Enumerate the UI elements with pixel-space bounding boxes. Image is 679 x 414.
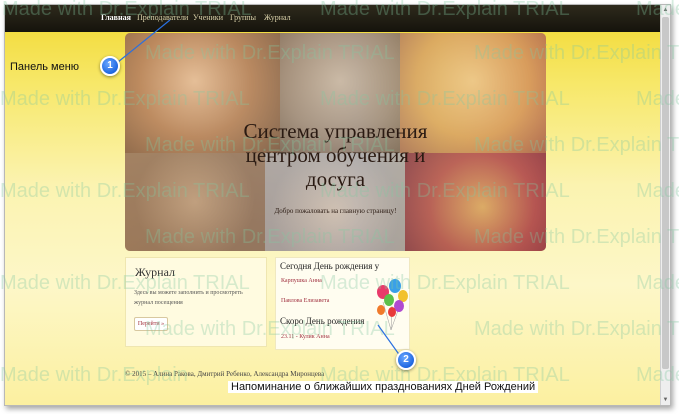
vertical-scrollbar[interactable]: ▲ ▼ — [660, 5, 670, 405]
callout-menu-text: Панель меню — [10, 61, 80, 73]
journal-card: Журнал Здесь вы можете заполнить и просм… — [125, 257, 267, 347]
upcoming-birthdays-title: Скоро День рождения — [280, 316, 365, 326]
menu-item-teachers[interactable]: Преподаватели — [137, 13, 188, 22]
footer-copyright: © 2015 – Алина Ракова, Дмитрий Ребенко, … — [125, 370, 325, 378]
menu-item-students[interactable]: Ученики — [193, 13, 223, 22]
journal-description: Здесь вы можете заполнить и просмотреть … — [134, 290, 243, 306]
scroll-thumb[interactable] — [662, 17, 669, 369]
menu-item-home[interactable]: Главная — [101, 13, 131, 22]
callout-badge-2: 2 — [396, 350, 416, 370]
balloons-icon — [377, 279, 408, 331]
page-title: Система управления центром обучения и до… — [125, 119, 546, 191]
menu-item-groups[interactable]: Группы — [230, 13, 256, 22]
upcoming-birthday-entry[interactable]: 23.11 - Кулик Анна — [281, 334, 330, 340]
welcome-subtitle: Добро пожаловать на главную страницу! — [274, 207, 397, 215]
journal-go-button[interactable]: Перейти » — [134, 317, 168, 331]
title-line: центром обучения и — [245, 143, 426, 167]
menu-item-journal[interactable]: Журнал — [264, 13, 291, 22]
scroll-up-icon[interactable]: ▲ — [661, 5, 670, 15]
today-birthdays-title: Сегодня День рождения у — [280, 261, 380, 271]
menu-panel: Главная Преподаватели Ученики Группы Жур… — [5, 5, 670, 32]
title-line: досуга — [305, 167, 366, 191]
birthday-entry[interactable]: Карпушка Анна — [281, 278, 322, 284]
callout-badge-1: 1 — [100, 56, 120, 76]
hero-banner: Система управления центром обучения и до… — [125, 33, 546, 251]
callout-birthdays-text: Напоминание о ближайших празднованиях Дн… — [228, 381, 539, 393]
scroll-down-icon[interactable]: ▼ — [661, 395, 670, 405]
title-line: Система управления — [243, 119, 428, 143]
birthday-entry[interactable]: Павлова Елизавета — [281, 298, 329, 304]
journal-title: Журнал — [135, 265, 176, 279]
birthdays-card: Сегодня День рождения у Карпушка Анна Па… — [275, 257, 410, 350]
